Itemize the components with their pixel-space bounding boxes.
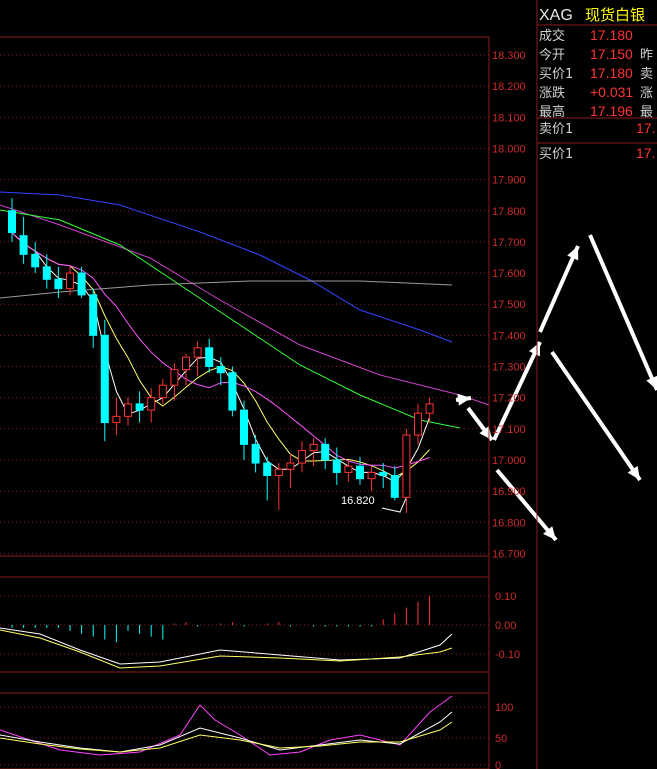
y-tick-label: 17.400 — [492, 330, 526, 342]
y-tick-label: 16.700 — [492, 548, 526, 560]
y-tick-label: 17.900 — [492, 175, 526, 187]
candle-body — [379, 471, 388, 477]
candle-body — [228, 372, 237, 411]
candle-body — [135, 403, 144, 411]
candle-body — [8, 210, 16, 234]
candle-body — [193, 347, 202, 358]
candle-body — [367, 471, 376, 480]
macd-tick-label: 0.00 — [495, 620, 516, 632]
y-tick-label: 17.700 — [492, 237, 526, 249]
candle-body — [298, 450, 306, 464]
candle-body — [54, 278, 63, 290]
kdj-tick-label: 50 — [495, 733, 507, 745]
quote-row-label: 最高 — [539, 104, 565, 120]
candle-body — [332, 459, 341, 473]
candle-body — [182, 356, 190, 371]
candle-body — [309, 443, 318, 452]
candle-body — [344, 465, 353, 473]
y-tick-label: 16.900 — [492, 486, 526, 498]
quote-row-label2: 涨 — [640, 86, 653, 101]
y-tick-label: 17.800 — [492, 206, 526, 218]
book-value: 17. — [636, 120, 655, 136]
candle-body — [112, 415, 121, 424]
candle-body — [170, 369, 179, 386]
candle-body — [124, 403, 132, 417]
kline-chart[interactable]: 18.300 18.200 18.100 18.000 17.900 17.800 17.7… — [0, 0, 657, 769]
candle-body — [425, 403, 434, 414]
y-tick-label: 17.000 — [492, 455, 526, 467]
macd-tick-label: 0.10 — [495, 591, 516, 603]
quote-row-label2: 昨 — [640, 48, 653, 63]
candle-body — [89, 294, 98, 336]
candle-body — [414, 412, 422, 436]
quote-row-value: +0.031 — [590, 84, 633, 100]
book-label: 卖价1 — [539, 122, 573, 137]
quote-row-label2: 卖 — [640, 67, 653, 82]
y-tick-label: 17.300 — [492, 362, 526, 374]
kdj-tick-label: 0 — [495, 760, 501, 769]
y-tick-label: 18.200 — [492, 81, 526, 93]
candle-body — [263, 462, 272, 477]
quote-row-value: 17.150 — [590, 46, 633, 62]
kdj-tick-label: 100 — [495, 702, 513, 714]
quote-row-value: 17.180 — [590, 65, 633, 81]
quote-row-value: 17.196 — [590, 103, 633, 119]
instrument-name: 现货白银 — [585, 6, 645, 24]
candle-body — [240, 409, 248, 445]
candle-body — [42, 266, 51, 280]
candle-body — [147, 397, 156, 411]
quote-row-label: 成交 — [539, 28, 565, 44]
quote-row-label: 涨跌 — [539, 85, 565, 101]
candle-body — [100, 334, 109, 424]
book-label: 买价1 — [539, 147, 573, 162]
candle-body — [251, 443, 260, 464]
y-tick-label: 17.500 — [492, 299, 526, 311]
y-tick-label: 17.600 — [492, 268, 526, 280]
quote-row-label: 今开 — [539, 47, 565, 63]
quote-row-label2: 最 — [640, 105, 653, 120]
candle-body — [158, 384, 167, 399]
candle-body — [31, 253, 40, 268]
y-tick-label: 18.300 — [492, 50, 526, 62]
book-value: 17. — [636, 145, 655, 161]
candle-body — [216, 366, 225, 374]
candle-body — [390, 475, 399, 498]
y-tick-label: 17.200 — [492, 393, 526, 405]
instrument-code: XAG — [539, 7, 573, 24]
candle-body — [205, 347, 214, 367]
candle-body — [19, 235, 28, 255]
candle-body — [66, 272, 74, 290]
y-tick-label: 16.800 — [492, 517, 526, 529]
quote-row-value: 17.180 — [590, 27, 633, 43]
macd-tick-label: -0.10 — [495, 649, 520, 661]
quote-row-label: 买价1 — [539, 67, 573, 82]
candle-body — [321, 443, 330, 461]
candle-body — [356, 465, 364, 480]
candle-body — [402, 434, 411, 498]
low-price-annotation: 16.820 — [341, 495, 375, 507]
y-tick-label: 17.100 — [492, 424, 526, 436]
candle-body — [274, 468, 283, 477]
y-tick-label: 18.000 — [492, 143, 526, 155]
candle-body — [286, 462, 295, 470]
candle-body — [77, 272, 86, 296]
y-tick-label: 18.100 — [492, 112, 526, 124]
